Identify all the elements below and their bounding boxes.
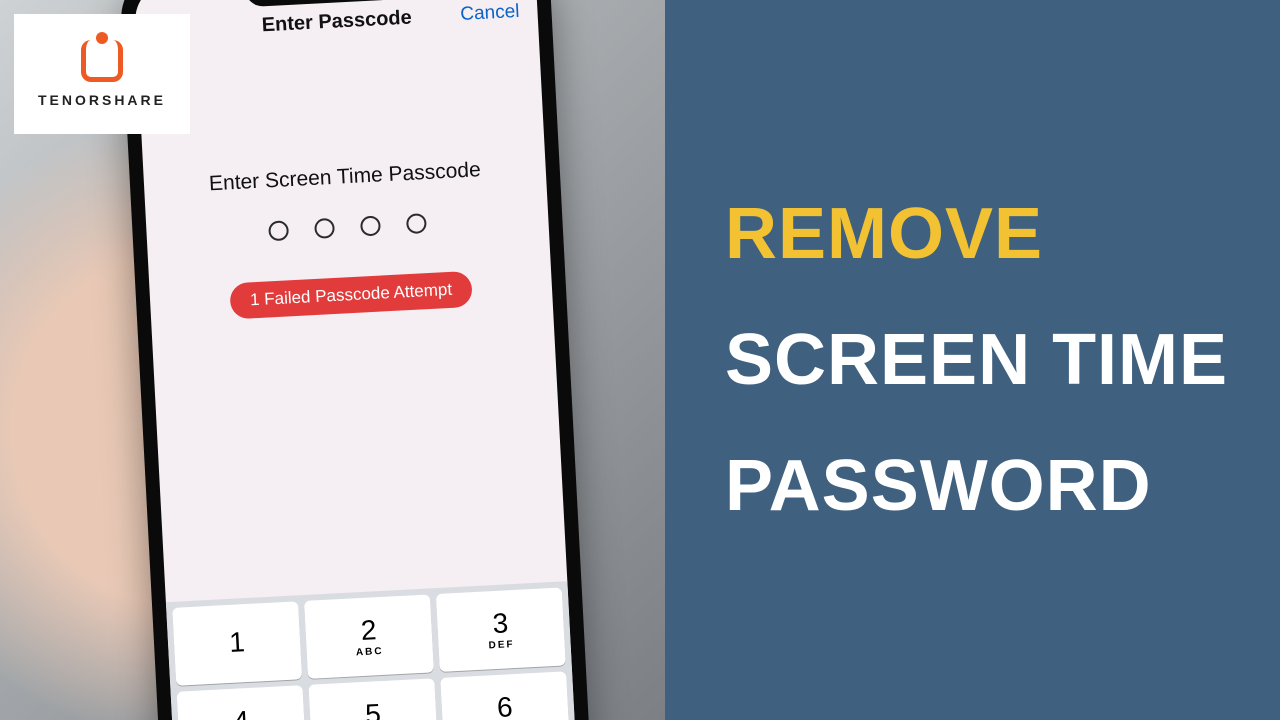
passcode-prompt: Enter Screen Time Passcode [208, 158, 481, 196]
keypad-key-4[interactable]: 4 GHI [177, 685, 307, 720]
key-number: 6 [496, 693, 513, 720]
numeric-keypad: 1 2 ABC 3 DEF 4 GHI [166, 581, 577, 720]
keypad-key-2[interactable]: 2 ABC [304, 594, 434, 678]
headline-panel: REMOVE SCREEN TIME PASSWORD [665, 0, 1280, 720]
keypad-key-6[interactable]: 6 MNO [440, 671, 570, 720]
logo-badge: TENORSHARE [14, 14, 190, 134]
phone-screen: Enter Passcode Cancel Enter Screen Time … [134, 0, 577, 720]
key-number: 2 [360, 616, 377, 645]
key-number: 4 [233, 707, 250, 720]
photo-area: Enter Passcode Cancel Enter Screen Time … [0, 0, 665, 720]
keypad-key-1[interactable]: 1 [172, 601, 302, 685]
keypad-key-5[interactable]: 5 JKL [308, 678, 438, 720]
key-number: 3 [492, 609, 509, 638]
keypad-key-3[interactable]: 3 DEF [436, 587, 566, 671]
passcode-dot [268, 220, 289, 241]
key-number: 1 [229, 628, 246, 657]
tenorshare-logo-icon [81, 40, 123, 82]
key-letters: DEF [488, 639, 515, 651]
key-letters: ABC [356, 645, 384, 657]
passcode-dots [268, 213, 427, 241]
passcode-dot [406, 213, 427, 234]
key-number: 5 [365, 700, 382, 720]
headline-line-2: SCREEN TIME [725, 319, 1280, 401]
cancel-button[interactable]: Cancel [460, 1, 520, 26]
passcode-dot [360, 215, 381, 236]
thumbnail-stage: Enter Passcode Cancel Enter Screen Time … [0, 0, 1280, 720]
headline-line-3: PASSWORD [725, 445, 1280, 527]
failed-attempt-badge: 1 Failed Passcode Attempt [229, 271, 473, 320]
passcode-body: Enter Screen Time Passcode 1 Failed Pass… [137, 35, 567, 602]
brand-name: TENORSHARE [38, 92, 166, 108]
headline-line-1: REMOVE [725, 193, 1280, 275]
nav-title: Enter Passcode [261, 7, 412, 38]
passcode-dot [314, 218, 335, 239]
